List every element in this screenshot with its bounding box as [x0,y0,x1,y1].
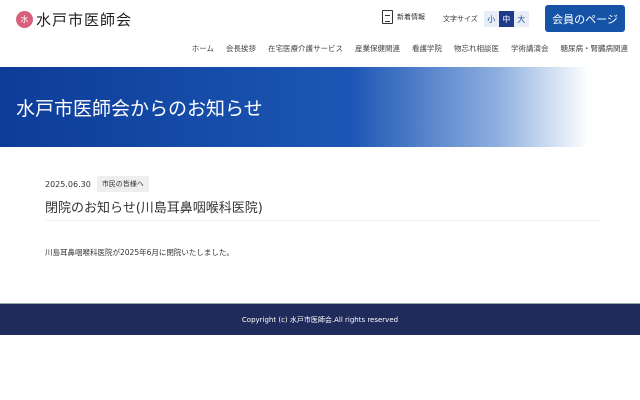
font-size-switcher: 文字サイズ 小 中 大 [443,11,529,27]
article-title: 閉院のお知らせ(川島耳鼻咽喉科医院) [45,201,263,216]
divider [45,220,600,221]
logo-emblem-icon: 水 [16,11,33,28]
font-size-medium-button[interactable]: 中 [498,11,514,27]
news-link[interactable]: 新着情報 [382,10,425,24]
nav-item-lectures[interactable]: 学術講演会 [511,43,549,54]
nav-item-greeting[interactable]: 会長挨拶 [226,43,256,54]
nav-item-dementia[interactable]: 物忘れ相談医 [454,43,499,54]
category-badge[interactable]: 市民の皆様へ [96,176,149,192]
document-icon [382,10,393,24]
nav-item-occupational-health[interactable]: 産業保健関連 [355,43,400,54]
nav-item-home[interactable]: ホーム [192,43,214,54]
article-date: 2025.06.30 [45,179,91,189]
logo-text: 水戸市医師会 [36,11,133,29]
article-meta: 2025.06.30 市民の皆様へ [45,176,149,192]
hero-banner: 水戸市医師会からのお知らせ [0,67,640,147]
nav-item-nursing-school[interactable]: 看護学院 [412,43,442,54]
font-size-large-button[interactable]: 大 [513,11,529,27]
font-size-label: 文字サイズ [443,15,478,23]
nav-item-diabetes-kidney[interactable]: 糖尿病・腎臓病関連 [561,43,629,54]
footer: Copyright (c) 水戸市医師会.All rights reserved [0,303,640,335]
site-logo[interactable]: 水 水戸市医師会 [16,9,132,30]
copyright: Copyright (c) 水戸市医師会.All rights reserved [241,315,399,324]
main-nav: ホーム 会長挨拶 在宅医療介護サービス 産業保健関連 看護学院 物忘れ相談医 学… [192,43,628,54]
member-page-button[interactable]: 会員のページ [545,5,625,32]
page-title: 水戸市医師会からのお知らせ [16,98,263,120]
font-size-small-button[interactable]: 小 [483,11,499,27]
news-label: 新着情報 [397,13,425,21]
nav-item-home-care[interactable]: 在宅医療介護サービス [268,43,343,54]
article-body: 川島耳鼻咽喉科医院が2025年6月に閉院いたしました。 [45,248,234,257]
